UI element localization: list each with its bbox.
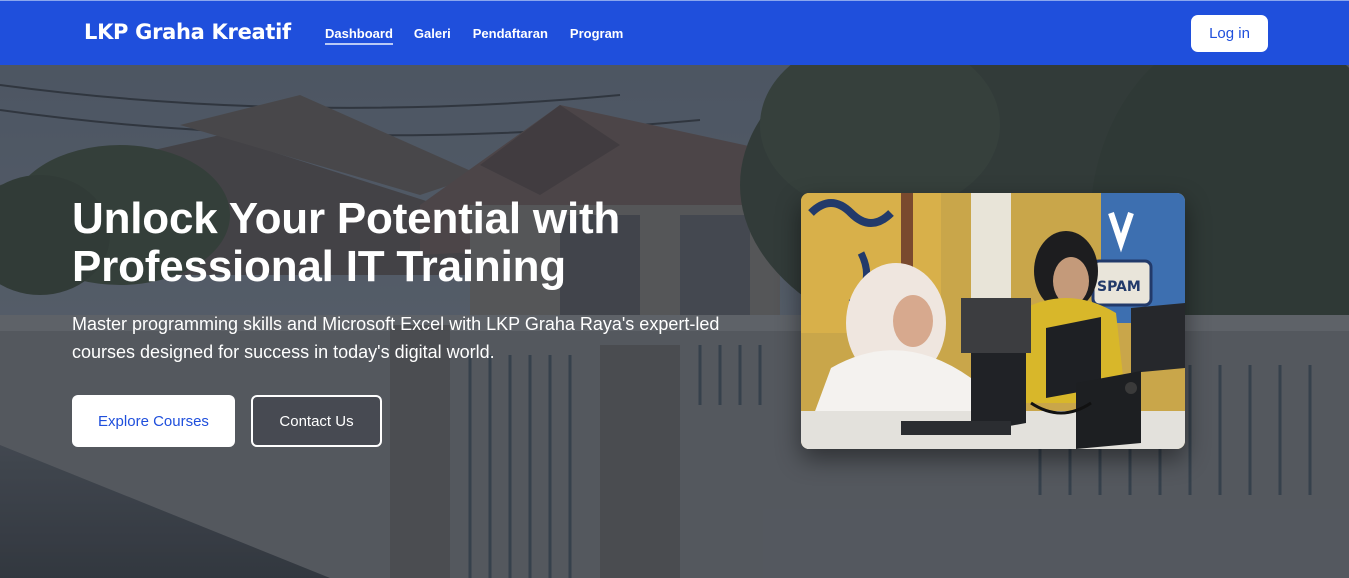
brand-logo-text[interactable]: LKP Graha Kreatif <box>84 20 291 44</box>
login-button[interactable]: Log in <box>1191 15 1268 52</box>
nav-link-galeri[interactable]: Galeri <box>414 26 451 45</box>
hero-section: Unlock Your Potential with Professional … <box>0 65 1349 578</box>
explore-courses-button[interactable]: Explore Courses <box>72 395 235 447</box>
nav-link-program[interactable]: Program <box>570 26 623 45</box>
classroom-photo-illustration: SPAM <box>801 193 1185 449</box>
hero-title: Unlock Your Potential with Professional … <box>72 194 621 291</box>
contact-us-button[interactable]: Contact Us <box>251 395 382 447</box>
landing-page: LKP Graha Kreatif Dashboard Galeri Penda… <box>0 0 1349 578</box>
nav-link-pendaftaran[interactable]: Pendaftaran <box>473 26 548 45</box>
nav-links: Dashboard Galeri Pendaftaran Program <box>325 26 645 45</box>
top-navbar: LKP Graha Kreatif Dashboard Galeri Penda… <box>0 0 1349 65</box>
photo-sign-text: SPAM <box>1097 279 1141 295</box>
classroom-photo: SPAM <box>801 193 1185 449</box>
nav-link-dashboard[interactable]: Dashboard <box>325 26 393 45</box>
hero-subtitle: Master programming skills and Microsoft … <box>72 314 720 362</box>
